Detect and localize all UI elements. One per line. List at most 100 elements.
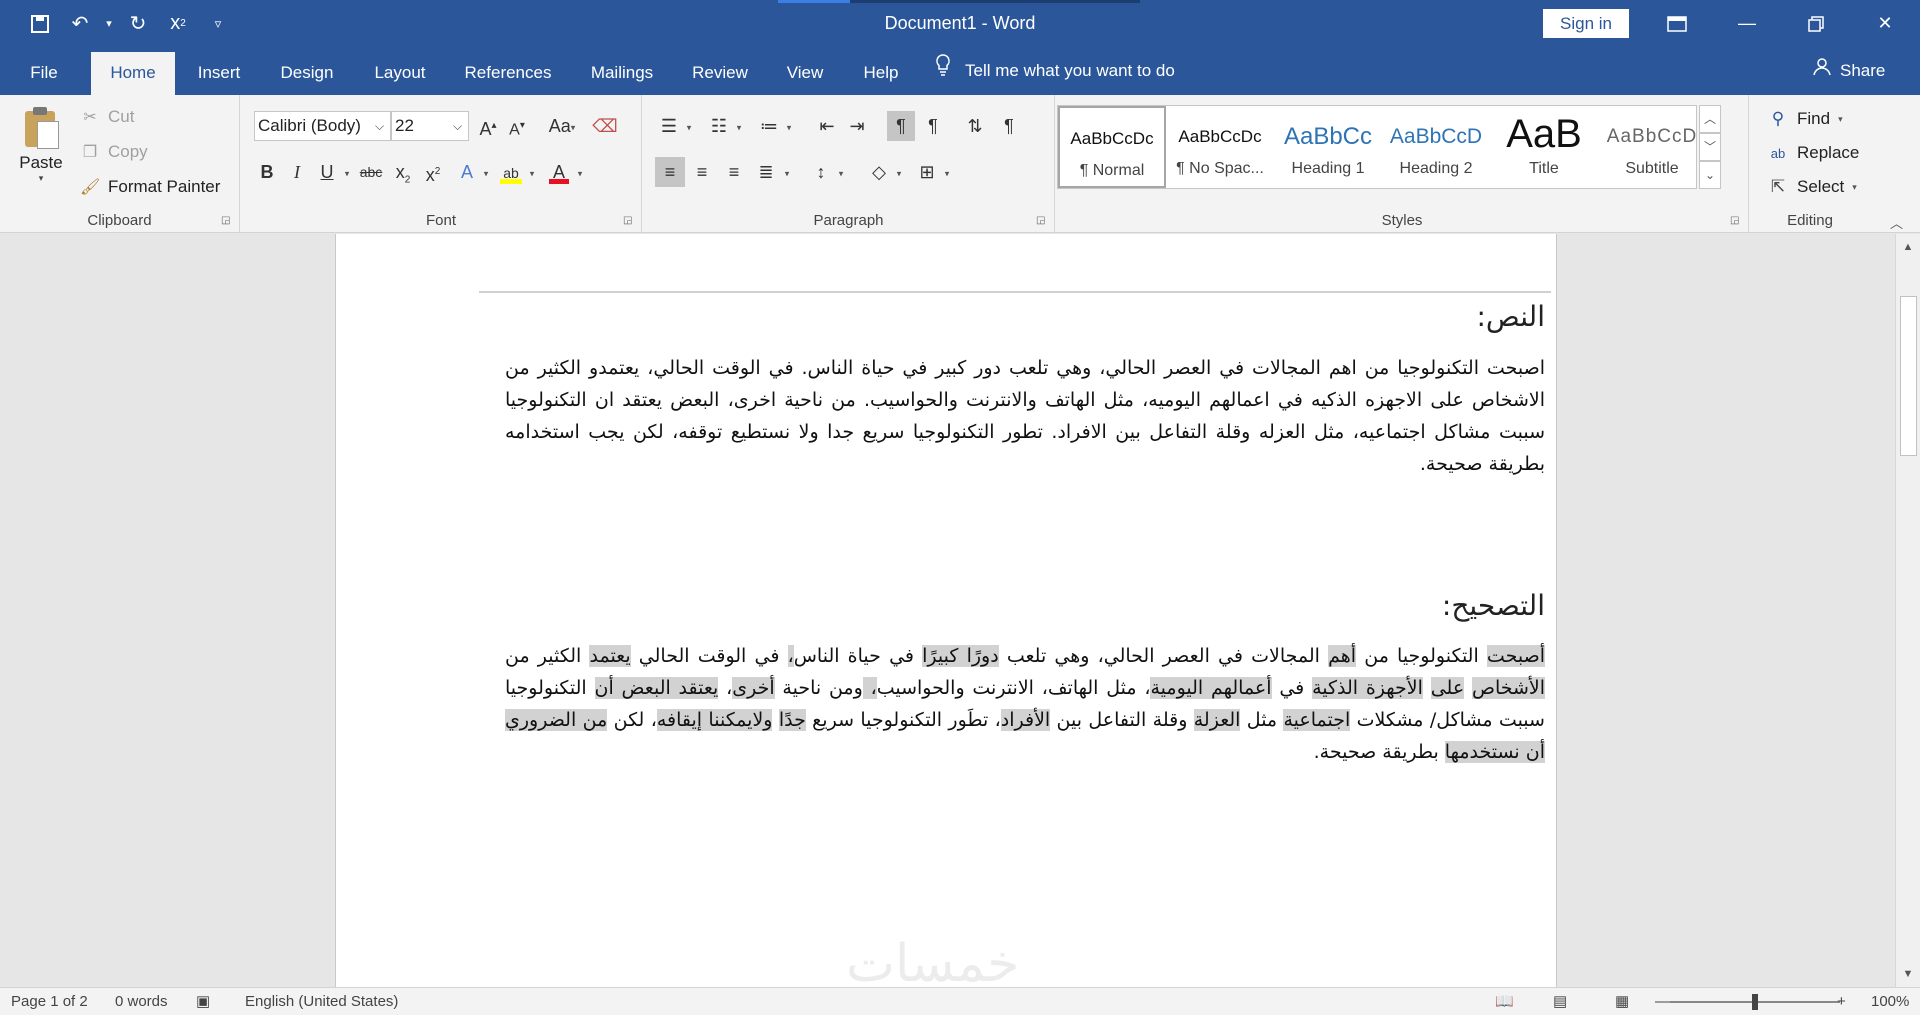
styles-scroll-down-icon[interactable]: ﹀ bbox=[1699, 133, 1721, 161]
numbering-dropdown-icon[interactable]: ▾ bbox=[733, 111, 745, 141]
increase-indent-icon[interactable]: ⇥ bbox=[843, 111, 871, 141]
clipboard-launcher-icon[interactable]: ◲ bbox=[221, 215, 233, 227]
read-mode-icon[interactable]: 📖 bbox=[1495, 988, 1514, 1015]
superscript-icon[interactable]: x2 bbox=[158, 0, 198, 47]
redo-icon[interactable]: ↻ bbox=[118, 0, 158, 47]
style-heading-1[interactable]: AaBbCc Heading 1 bbox=[1274, 106, 1382, 188]
tab-mailings[interactable]: Mailings bbox=[578, 47, 666, 95]
cut-button[interactable]: ✂ Cut bbox=[80, 103, 134, 131]
page-count[interactable]: Page 1 of 2 bbox=[11, 988, 88, 1015]
bold-icon[interactable]: B bbox=[254, 157, 280, 187]
scroll-up-icon[interactable]: ▲ bbox=[1896, 236, 1920, 258]
text-effects-icon[interactable]: A bbox=[455, 157, 479, 187]
sign-in-button[interactable]: Sign in bbox=[1543, 9, 1629, 38]
scroll-down-icon[interactable]: ▼ bbox=[1896, 963, 1920, 985]
styles-scroll-up-icon[interactable]: ︿ bbox=[1699, 105, 1721, 133]
find-dropdown-icon[interactable]: ▾ bbox=[1838, 114, 1843, 125]
font-size-dropdown-icon[interactable]: ⌵ bbox=[446, 112, 468, 140]
language-indicator[interactable]: English (United States) bbox=[245, 988, 398, 1015]
change-case-icon[interactable]: Aa▾ bbox=[539, 111, 585, 141]
sort-icon[interactable]: ⇅ bbox=[961, 111, 989, 141]
zoom-slider-thumb[interactable] bbox=[1752, 994, 1758, 1010]
numbering-icon[interactable]: ☷ bbox=[705, 111, 733, 141]
left-to-right-icon[interactable]: ¶ bbox=[887, 111, 915, 141]
style-no-spacing[interactable]: AaBbCcDc ¶ No Spac... bbox=[1166, 106, 1274, 188]
web-layout-icon[interactable]: ▦ bbox=[1615, 988, 1629, 1015]
line-spacing-icon[interactable]: ↕ bbox=[807, 157, 835, 187]
minimize-icon[interactable]: — bbox=[1717, 0, 1777, 47]
tab-home[interactable]: Home bbox=[91, 52, 175, 95]
close-icon[interactable]: ✕ bbox=[1855, 0, 1915, 47]
line-spacing-dropdown-icon[interactable]: ▾ bbox=[835, 157, 847, 187]
tab-file[interactable]: File bbox=[18, 47, 70, 95]
replace-button[interactable]: ab Replace bbox=[1767, 138, 1860, 168]
vertical-scrollbar[interactable]: ▲ ▼ bbox=[1895, 234, 1920, 987]
borders-icon[interactable]: ⊞ bbox=[913, 157, 941, 187]
tab-references[interactable]: References bbox=[454, 47, 562, 95]
scroll-thumb[interactable] bbox=[1900, 296, 1917, 456]
paste-dropdown-icon[interactable]: ▾ bbox=[10, 173, 72, 184]
print-layout-icon[interactable]: ▤ bbox=[1553, 988, 1567, 1015]
font-size-select[interactable]: 22 ⌵ bbox=[391, 111, 469, 141]
align-left-icon[interactable]: ≡ bbox=[655, 157, 685, 187]
styles-more-icon[interactable]: ⌄ bbox=[1699, 161, 1721, 189]
font-launcher-icon[interactable]: ◲ bbox=[623, 215, 635, 227]
tab-help[interactable]: Help bbox=[852, 47, 910, 95]
strikethrough-icon[interactable]: abc bbox=[356, 157, 386, 187]
italic-icon[interactable]: I bbox=[284, 157, 310, 187]
paragraph-launcher-icon[interactable]: ◲ bbox=[1036, 215, 1048, 227]
text-effects-dropdown-icon[interactable]: ▾ bbox=[479, 157, 493, 187]
undo-icon[interactable]: ↶ bbox=[60, 0, 100, 47]
font-family-select[interactable]: Calibri (Body) ⌵ bbox=[254, 111, 391, 141]
document-page[interactable]: النص: اصبحت التكنولوجيا من اهم المجالات … bbox=[335, 234, 1557, 987]
style-heading-2[interactable]: AaBbCcD Heading 2 bbox=[1382, 106, 1490, 188]
customize-icon[interactable]: ▿ bbox=[198, 0, 238, 47]
share-button[interactable]: Share bbox=[1812, 47, 1885, 95]
zoom-level[interactable]: 100% bbox=[1871, 988, 1909, 1015]
proofing-icon[interactable]: ▣ bbox=[196, 988, 210, 1015]
tab-view[interactable]: View bbox=[774, 47, 836, 95]
align-right-icon[interactable]: ≡ bbox=[719, 157, 749, 187]
zoom-in-icon[interactable]: + bbox=[1837, 988, 1846, 1015]
undo-dropdown-icon[interactable]: ▾ bbox=[100, 0, 118, 47]
shrink-font-icon[interactable]: A▾ bbox=[503, 111, 531, 141]
font-family-dropdown-icon[interactable]: ⌵ bbox=[368, 112, 390, 140]
justify-dropdown-icon[interactable]: ▾ bbox=[781, 157, 793, 187]
save-icon[interactable] bbox=[20, 0, 60, 47]
tab-review[interactable]: Review bbox=[682, 47, 758, 95]
styles-launcher-icon[interactable]: ◲ bbox=[1730, 215, 1742, 227]
clear-formatting-icon[interactable]: ⌫ bbox=[591, 111, 619, 141]
paste-button[interactable]: Paste ▾ bbox=[10, 105, 72, 184]
grow-font-icon[interactable]: A▴ bbox=[474, 111, 502, 141]
underline-dropdown-icon[interactable]: ▾ bbox=[340, 157, 354, 187]
shading-dropdown-icon[interactable]: ▾ bbox=[893, 157, 905, 187]
copy-button[interactable]: ❐ Copy bbox=[80, 138, 148, 166]
align-center-icon[interactable]: ≡ bbox=[687, 157, 717, 187]
font-color-dropdown-icon[interactable]: ▾ bbox=[573, 157, 587, 187]
show-paragraph-marks-icon[interactable]: ¶ bbox=[995, 111, 1023, 141]
font-color-icon[interactable]: A bbox=[545, 157, 573, 187]
subscript-icon[interactable]: x2 bbox=[389, 157, 417, 187]
format-painter-button[interactable]: 🖌 Format Painter bbox=[80, 173, 220, 201]
tab-insert[interactable]: Insert bbox=[186, 47, 252, 95]
justify-icon[interactable]: ≣ bbox=[751, 157, 781, 187]
style-title[interactable]: AaB Title bbox=[1490, 106, 1598, 188]
shading-icon[interactable]: ◇ bbox=[865, 157, 893, 187]
tell-me-box[interactable]: Tell me what you want to do bbox=[935, 47, 1175, 95]
underline-icon[interactable]: U bbox=[314, 157, 340, 187]
multilevel-list-icon[interactable]: ≔ bbox=[755, 111, 783, 141]
decrease-indent-icon[interactable]: ⇤ bbox=[813, 111, 841, 141]
highlight-dropdown-icon[interactable]: ▾ bbox=[525, 157, 539, 187]
style-subtitle[interactable]: AaBbCcD Subtitle bbox=[1598, 106, 1706, 188]
select-dropdown-icon[interactable]: ▾ bbox=[1852, 182, 1857, 193]
bullets-dropdown-icon[interactable]: ▾ bbox=[683, 111, 695, 141]
superscript-format-icon[interactable]: x2 bbox=[419, 157, 447, 187]
bullets-icon[interactable]: ☰ bbox=[655, 111, 683, 141]
tab-design[interactable]: Design bbox=[268, 47, 346, 95]
word-count[interactable]: 0 words bbox=[115, 988, 168, 1015]
find-button[interactable]: ⚲ Find ▾ bbox=[1767, 104, 1843, 134]
multilevel-list-dropdown-icon[interactable]: ▾ bbox=[783, 111, 795, 141]
restore-icon[interactable] bbox=[1786, 0, 1846, 47]
right-to-left-icon[interactable]: ¶ bbox=[919, 111, 947, 141]
zoom-out-icon[interactable]: — bbox=[1655, 988, 1670, 1015]
